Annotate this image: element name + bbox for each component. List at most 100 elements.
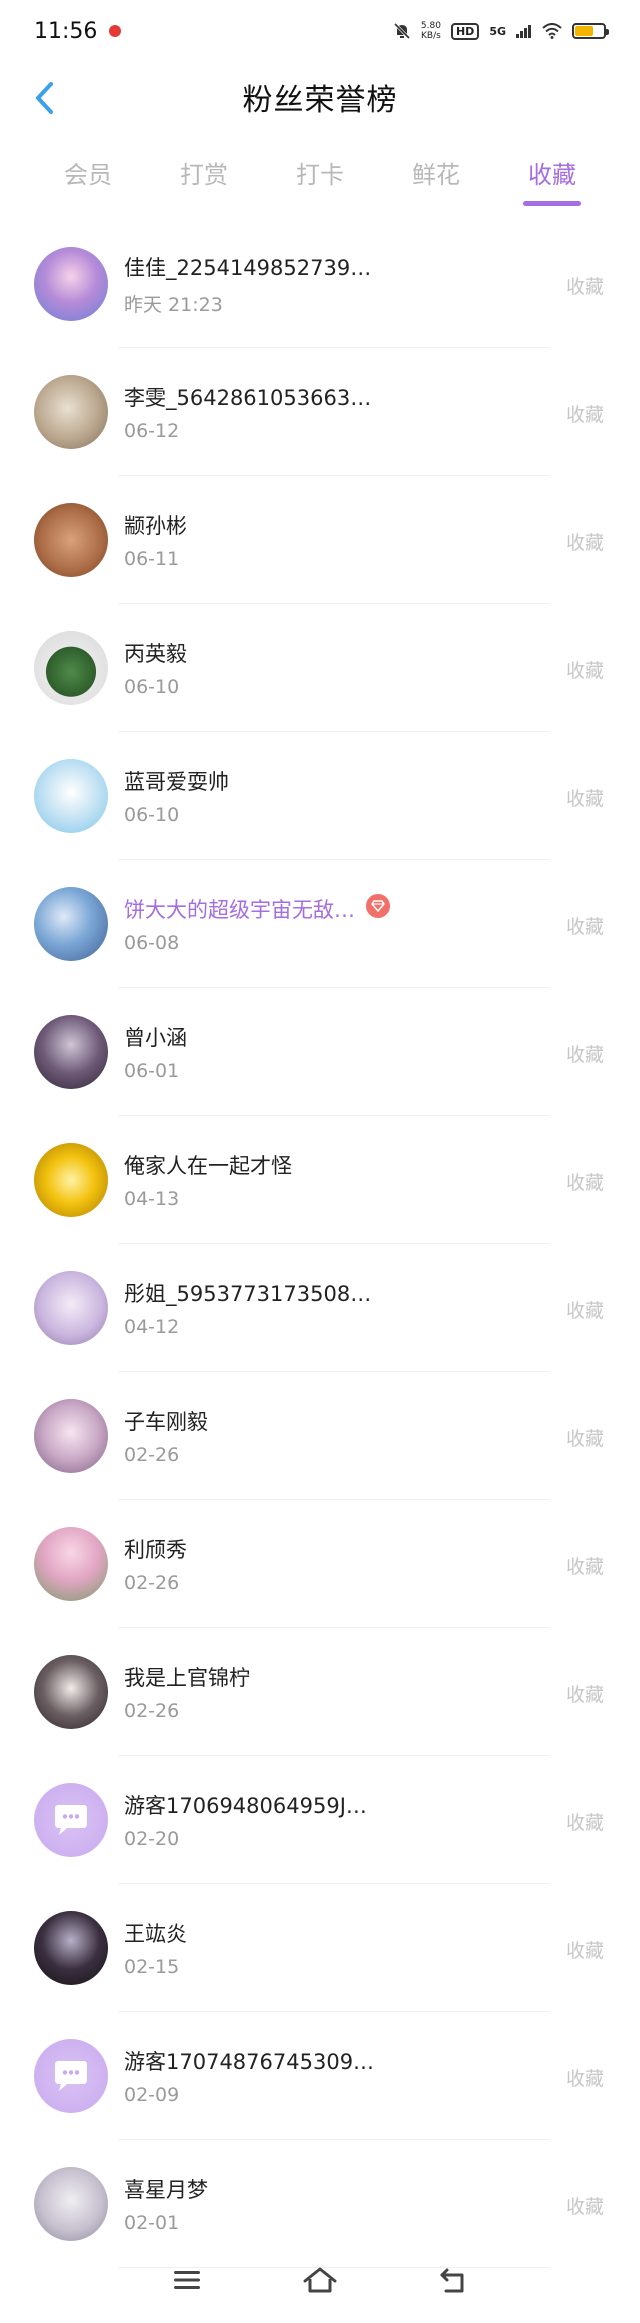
avatar[interactable]: [34, 1655, 108, 1729]
avatar[interactable]: [34, 2167, 108, 2241]
vip-diamond-icon: [366, 894, 390, 918]
mute-bell-icon: [393, 22, 410, 40]
favorite-label: 收藏: [565, 1428, 604, 1450]
fan-list: 佳佳_2254149852739… 昨天 21:23 收藏 李雯_5642861053…: [0, 220, 640, 2268]
favorite-label: 收藏: [565, 1172, 604, 1194]
fan-name: 颛孙彬: [124, 514, 187, 538]
fan-name: 李雯_5642861053663…: [124, 386, 372, 410]
fan-info: 我是上官锦柠 02-26: [124, 1662, 384, 1722]
fan-row[interactable]: 彤姐_5953773173508… 04-12 收藏: [0, 1244, 640, 1372]
fan-info: 利颀秀 02-26: [124, 1534, 384, 1594]
fan-info: 喜星月梦 02-01: [124, 2174, 384, 2234]
fan-info: 佳佳_2254149852739… 昨天 21:23: [124, 252, 384, 317]
avatar[interactable]: [34, 887, 108, 961]
avatar[interactable]: [34, 1911, 108, 1985]
fan-date: 昨天 21:23: [124, 293, 223, 316]
avatar[interactable]: [34, 247, 108, 321]
fan-date: 02-09: [124, 2084, 180, 2106]
favorite-label: 收藏: [565, 1556, 604, 1578]
fan-row[interactable]: 颛孙彬 06-11 收藏: [0, 476, 640, 604]
fan-date: 06-01: [124, 1060, 180, 1082]
fan-row[interactable]: 李雯_5642861053663… 06-12 收藏: [0, 348, 640, 476]
fan-date: 02-20: [124, 1828, 180, 1850]
favorite-label: 收藏: [565, 788, 604, 810]
fan-row[interactable]: 游客17074876745309… 02-09 收藏: [0, 2012, 640, 2140]
tab-checkin[interactable]: 打卡: [286, 147, 354, 198]
fan-row[interactable]: 游客1706948064959J… 02-20 收藏: [0, 1756, 640, 1884]
system-nav-bar: [0, 2236, 640, 2323]
avatar[interactable]: [34, 1399, 108, 1473]
fan-row[interactable]: 我是上官锦柠 02-26 收藏: [0, 1628, 640, 1756]
fan-name: 子车刚毅: [124, 1410, 208, 1434]
status-bar: 11:56 5.80 KB/s HD 5G: [0, 0, 640, 62]
signal-label: 5G: [489, 24, 506, 38]
favorite-label: 收藏: [565, 532, 604, 554]
page-title: 粉丝荣誉榜: [242, 83, 398, 118]
avatar[interactable]: [34, 1527, 108, 1601]
favorite-label: 收藏: [565, 276, 604, 298]
favorite-label: 收藏: [565, 916, 604, 938]
fan-date: 06-08: [124, 932, 180, 954]
net-speed: 5.80 KB/s: [421, 21, 441, 41]
fan-row[interactable]: 王竑炎 02-15 收藏: [0, 1884, 640, 2012]
fan-row[interactable]: 蓝哥爱耍帅 06-10 收藏: [0, 732, 640, 860]
favorite-label: 收藏: [565, 1684, 604, 1706]
avatar[interactable]: [34, 1015, 108, 1089]
tab-flowers[interactable]: 鲜花: [402, 147, 470, 198]
fan-info: 俺家人在一起才怪 04-13: [124, 1150, 384, 1210]
fan-info: 彤姐_5953773173508… 04-12: [124, 1278, 384, 1338]
fan-date: 04-12: [124, 1316, 180, 1338]
tab-members[interactable]: 会员: [54, 147, 122, 198]
favorite-label: 收藏: [565, 1940, 604, 1962]
menu-icon: [173, 2270, 200, 2289]
avatar[interactable]: [34, 2039, 108, 2113]
fan-name: 游客17074876745309…: [124, 2050, 375, 2074]
fan-info: 蓝哥爱耍帅 06-10: [124, 766, 384, 826]
avatar[interactable]: [34, 503, 108, 577]
avatar[interactable]: [34, 1143, 108, 1217]
chat-bubble-icon: [55, 1805, 87, 1835]
fan-date: 02-26: [124, 1444, 180, 1466]
fan-name: 游客1706948064959J…: [124, 1794, 367, 1818]
fan-info: 饼大大的超级宇宙无敌… 06-08: [124, 894, 384, 954]
back-nav-button[interactable]: [423, 2250, 483, 2310]
fan-row[interactable]: 丙英毅 06-10 收藏: [0, 604, 640, 732]
fan-date: 02-26: [124, 1572, 180, 1594]
chat-bubble-icon: [55, 2061, 87, 2091]
fan-row[interactable]: 曾小涵 06-01 收藏: [0, 988, 640, 1116]
avatar[interactable]: [34, 759, 108, 833]
favorite-label: 收藏: [565, 660, 604, 682]
battery-icon: [572, 23, 609, 39]
fan-date: 02-26: [124, 1700, 180, 1722]
tab-tips[interactable]: 打赏: [170, 147, 238, 198]
fan-info: 子车刚毅 02-26: [124, 1406, 384, 1466]
fan-info: 颛孙彬 06-11: [124, 510, 384, 570]
wifi-icon: [542, 23, 562, 39]
fan-row[interactable]: 饼大大的超级宇宙无敌… 06-08 收藏: [0, 860, 640, 988]
fan-row[interactable]: 俺家人在一起才怪 04-13 收藏: [0, 1116, 640, 1244]
fan-row[interactable]: 子车刚毅 02-26 收藏: [0, 1372, 640, 1500]
home-button[interactable]: [290, 2250, 350, 2310]
recording-indicator-icon: [109, 25, 122, 37]
fan-name: 佳佳_2254149852739…: [124, 255, 372, 280]
back-button[interactable]: [22, 76, 66, 120]
avatar[interactable]: [34, 375, 108, 449]
fan-date: 06-11: [124, 548, 180, 570]
avatar[interactable]: [34, 1271, 108, 1345]
fan-row[interactable]: 佳佳_2254149852739… 昨天 21:23 收藏: [0, 220, 640, 348]
avatar[interactable]: [34, 1783, 108, 1857]
chevron-left-icon: [36, 82, 53, 114]
net-speed-value: 5.80: [420, 21, 441, 31]
avatar[interactable]: [34, 631, 108, 705]
menu-button[interactable]: [157, 2250, 217, 2310]
tab-favorites[interactable]: 收藏: [518, 147, 586, 206]
favorite-label: 收藏: [565, 2068, 604, 2090]
fan-info: 游客1706948064959J… 02-20: [124, 1790, 384, 1850]
favorite-label: 收藏: [565, 1300, 604, 1322]
fan-name: 俺家人在一起才怪: [124, 1154, 292, 1178]
fan-date: 04-13: [124, 1188, 180, 1210]
fan-row[interactable]: 利颀秀 02-26 收藏: [0, 1500, 640, 1628]
status-time: 11:56: [34, 18, 98, 44]
battery-level: [575, 26, 593, 36]
fan-name: 利颀秀: [124, 1538, 187, 1562]
